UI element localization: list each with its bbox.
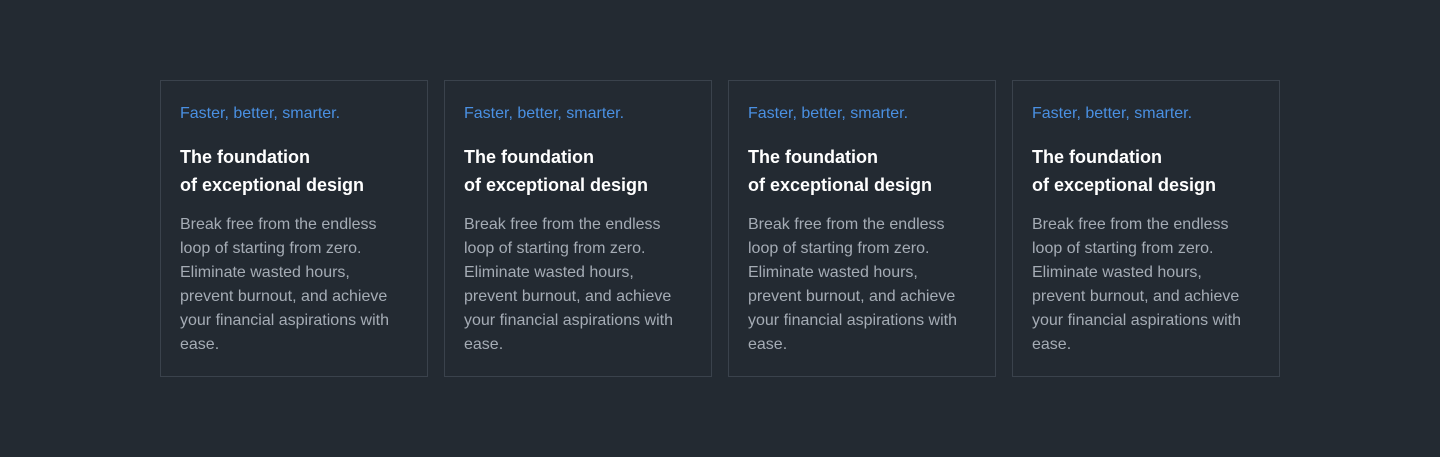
card-title-line: The foundation: [180, 147, 310, 167]
card-title-line: The foundation: [748, 147, 878, 167]
card-description: Break free from the endless loop of star…: [464, 216, 673, 353]
card-eyebrow: Faster, better, smarter.: [1032, 105, 1193, 122]
card-title: The foundation of exceptional design: [1032, 143, 1260, 199]
card-eyebrow: Faster, better, smarter.: [464, 105, 625, 122]
card-title: The foundation of exceptional design: [748, 143, 976, 199]
feature-card: Faster, better, smarter. The foundation …: [160, 80, 428, 377]
card-title-line: of exceptional design: [748, 175, 933, 195]
card-title: The foundation of exceptional design: [464, 143, 692, 199]
feature-card: Faster, better, smarter. The foundation …: [444, 80, 712, 377]
card-title-line: The foundation: [464, 147, 594, 167]
feature-cards: Faster, better, smarter. The foundation …: [160, 80, 1280, 377]
card-title-line: of exceptional design: [1032, 175, 1217, 195]
card-title: The foundation of exceptional design: [180, 143, 408, 199]
card-title-line: The foundation: [1032, 147, 1162, 167]
feature-card: Faster, better, smarter. The foundation …: [1012, 80, 1280, 377]
feature-card: Faster, better, smarter. The foundation …: [728, 80, 996, 377]
card-description: Break free from the endless loop of star…: [748, 216, 957, 353]
card-title-line: of exceptional design: [180, 175, 365, 195]
card-description: Break free from the endless loop of star…: [1032, 216, 1241, 353]
card-description: Break free from the endless loop of star…: [180, 216, 389, 353]
card-eyebrow: Faster, better, smarter.: [180, 105, 341, 122]
card-title-line: of exceptional design: [464, 175, 649, 195]
card-eyebrow: Faster, better, smarter.: [748, 105, 909, 122]
